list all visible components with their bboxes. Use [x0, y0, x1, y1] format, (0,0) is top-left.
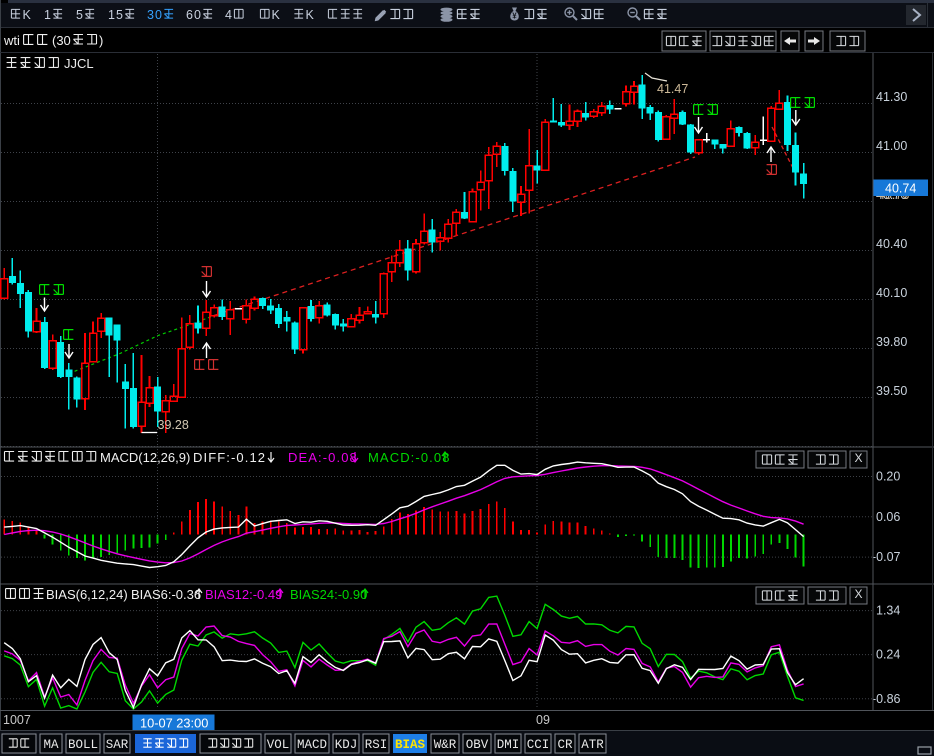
svg-text:39.80: 39.80 — [876, 335, 907, 349]
svg-text:41.30: 41.30 — [876, 90, 907, 104]
svg-text:1007: 1007 — [3, 713, 31, 727]
svg-text:K: K — [23, 8, 32, 22]
svg-text:BIAS6:-0.36: BIAS6:-0.36 — [131, 587, 201, 602]
svg-text:1: 1 — [108, 8, 115, 22]
svg-text:JJCL: JJCL — [64, 56, 94, 71]
svg-text:BIAS: BIAS — [395, 738, 426, 752]
svg-text:VOL: VOL — [267, 738, 290, 752]
svg-text:BIAS12:-0.49: BIAS12:-0.49 — [205, 587, 282, 602]
svg-text:40.10: 40.10 — [876, 286, 907, 300]
svg-text:(30: (30 — [52, 33, 71, 48]
svg-text:DMI: DMI — [497, 738, 520, 752]
svg-text:wti: wti — [3, 33, 20, 48]
svg-text:40.40: 40.40 — [876, 237, 907, 251]
svg-text:SAR: SAR — [106, 738, 129, 752]
svg-text:BIAS24:-0.90: BIAS24:-0.90 — [290, 587, 367, 602]
svg-text:¥: ¥ — [512, 12, 517, 21]
svg-text:DEA:-0.08: DEA:-0.08 — [288, 450, 358, 465]
svg-text:41.47: 41.47 — [657, 82, 688, 96]
svg-text:5: 5 — [76, 8, 83, 22]
svg-text:KDJ: KDJ — [335, 738, 358, 752]
svg-text:CCI: CCI — [527, 738, 550, 752]
svg-text:ATR: ATR — [581, 738, 604, 752]
svg-text:-0.86: -0.86 — [872, 692, 901, 706]
svg-text:4: 4 — [225, 8, 232, 22]
svg-text:W&R: W&R — [434, 738, 457, 752]
svg-text:6: 6 — [186, 8, 193, 22]
svg-text:): ) — [99, 33, 103, 48]
svg-text:0.24: 0.24 — [876, 648, 900, 662]
svg-text:3: 3 — [147, 8, 154, 22]
svg-text:CR: CR — [557, 738, 573, 752]
svg-text:BIAS(6,12,24): BIAS(6,12,24) — [46, 587, 128, 602]
svg-text:X: X — [854, 587, 862, 601]
svg-text:39.28: 39.28 — [158, 418, 189, 432]
svg-text:BOLL: BOLL — [68, 738, 98, 752]
svg-text:1.34: 1.34 — [876, 604, 900, 618]
svg-text:MACD(12,26,9): MACD(12,26,9) — [100, 450, 190, 465]
svg-text:DIFF:-0.12: DIFF:-0.12 — [193, 450, 266, 465]
svg-text:MA: MA — [43, 738, 59, 752]
svg-text:5: 5 — [116, 8, 123, 22]
svg-text:MACD: MACD — [297, 738, 327, 752]
svg-text:-0.07: -0.07 — [872, 550, 901, 564]
svg-text:0: 0 — [194, 8, 201, 22]
svg-text:X: X — [854, 451, 862, 465]
svg-text:0.06: 0.06 — [876, 510, 900, 524]
svg-text:0.20: 0.20 — [876, 470, 900, 484]
svg-text:10-07 23:00: 10-07 23:00 — [140, 716, 208, 731]
svg-text:39.50: 39.50 — [876, 384, 907, 398]
svg-text:41.00: 41.00 — [876, 139, 907, 153]
svg-text:K: K — [306, 8, 315, 22]
svg-text:40.74: 40.74 — [885, 182, 916, 196]
svg-text:1: 1 — [44, 8, 51, 22]
svg-text:MACD:-0.08: MACD:-0.08 — [368, 450, 451, 465]
svg-text:09: 09 — [536, 713, 550, 727]
svg-text:RSI: RSI — [365, 738, 388, 752]
svg-text:OBV: OBV — [466, 738, 489, 752]
svg-text:0: 0 — [155, 8, 162, 22]
svg-text:K: K — [272, 8, 281, 22]
